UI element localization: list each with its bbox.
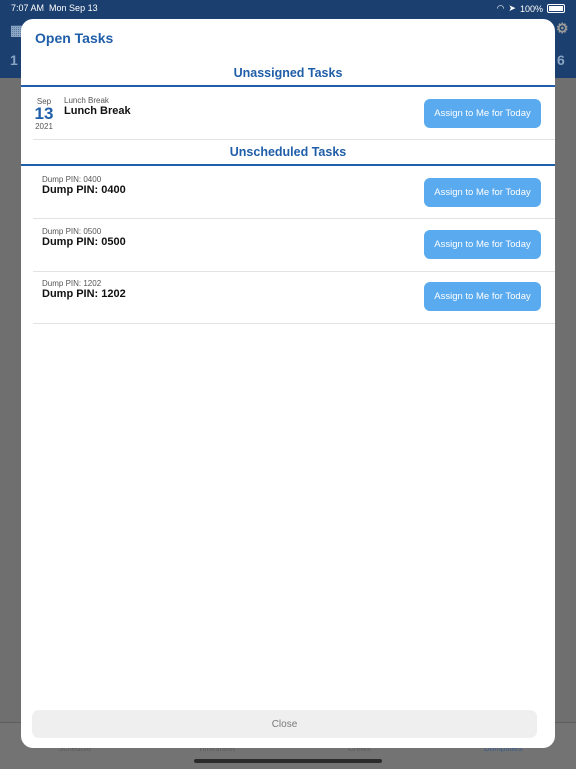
task-subtitle: Dump PIN: 0500 (42, 227, 102, 236)
task-subtitle: Dump PIN: 1202 (42, 279, 102, 288)
assign-to-me-button[interactable]: Assign to Me for Today (424, 282, 541, 311)
task-date-year: 2021 (35, 122, 53, 131)
task-row: Dump PIN: 0400 Dump PIN: 0400 Assign to … (33, 168, 555, 219)
section-unassigned-heading: Unassigned Tasks (233, 66, 343, 80)
task-row: Dump PIN: 1202 Dump PIN: 1202 Assign to … (33, 272, 555, 324)
task-subtitle: Lunch Break (64, 96, 109, 105)
gear-icon: ⚙ (556, 20, 569, 36)
section-divider (21, 164, 555, 166)
task-row: Sep 13 2021 Lunch Break Lunch Break Assi… (33, 89, 555, 140)
battery-icon (547, 4, 565, 13)
status-right: ◠ ➤ 100% (497, 3, 565, 14)
battery-percent: 100% (519, 3, 543, 14)
close-button[interactable]: Close (32, 710, 537, 738)
task-title: Lunch Break (64, 105, 131, 117)
background-fragment-right: 6 (557, 52, 565, 68)
background-fragment-left: 1 (10, 52, 18, 68)
assign-to-me-button[interactable]: Assign to Me for Today (424, 230, 541, 259)
section-divider (21, 85, 555, 87)
open-tasks-modal: Open Tasks Unassigned Tasks Sep 13 2021 … (21, 19, 555, 748)
home-indicator (194, 759, 382, 763)
task-date-day: 13 (34, 104, 54, 123)
assign-to-me-button[interactable]: Assign to Me for Today (424, 178, 541, 207)
section-unscheduled-heading: Unscheduled Tasks (229, 145, 347, 159)
task-date: Sep 13 2021 (33, 97, 55, 131)
task-subtitle: Dump PIN: 0400 (42, 175, 102, 184)
status-time-date: 7:07 AM Mon Sep 13 (11, 3, 98, 13)
modal-title: Open Tasks (35, 30, 114, 46)
task-title: Dump PIN: 0400 (42, 184, 126, 196)
assign-to-me-button[interactable]: Assign to Me for Today (424, 99, 541, 128)
task-title: Dump PIN: 0500 (42, 236, 126, 248)
task-title: Dump PIN: 1202 (42, 288, 126, 300)
location-icon: ➤ (508, 3, 516, 13)
task-row: Dump PIN: 0500 Dump PIN: 0500 Assign to … (33, 219, 555, 272)
status-bar: 7:07 AM Mon Sep 13 ◠ ➤ 100% (0, 0, 576, 16)
wifi-icon: ◠ (496, 3, 505, 13)
